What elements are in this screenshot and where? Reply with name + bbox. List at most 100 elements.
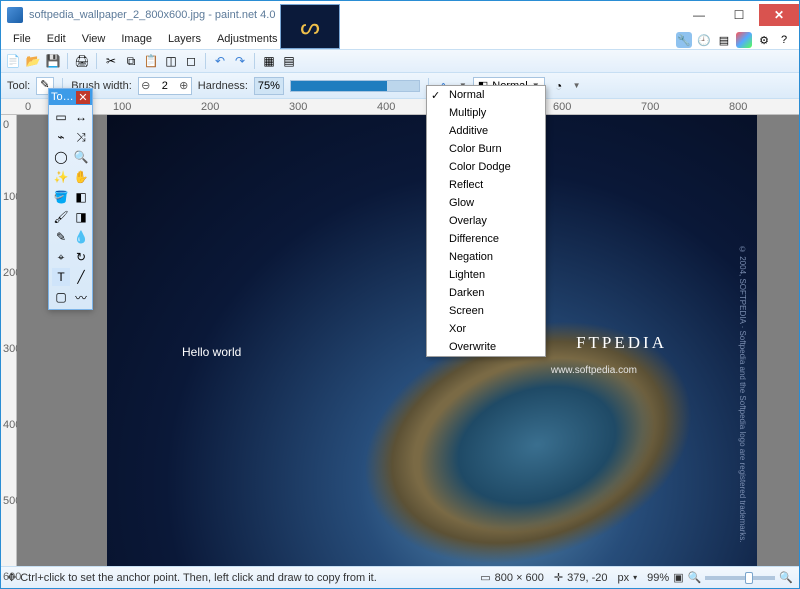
- blend-mode-dropdown[interactable]: ✓NormalMultiply Additive Color BurnColor D…: [426, 85, 546, 357]
- redo-icon[interactable]: ↷: [232, 53, 248, 69]
- status-zoom[interactable]: 99% ▣ 🔍 🔍: [647, 571, 793, 584]
- toolbox-titlebar[interactable]: To… ✕: [49, 89, 92, 105]
- blend-option-overwrite[interactable]: Overwrite: [427, 338, 545, 356]
- tools-window-icon[interactable]: 🔧: [676, 32, 692, 48]
- color-picker-tool[interactable]: 💧: [72, 228, 90, 246]
- zoom-thumb[interactable]: [745, 572, 753, 584]
- settings-icon[interactable]: ⚙: [756, 32, 772, 48]
- view-grid-icon[interactable]: ▦: [261, 53, 277, 69]
- zoom-in-icon[interactable]: 🔍: [779, 571, 793, 584]
- canvas-area[interactable]: Hello world FTPEDIA www.softpedia.com © …: [17, 115, 799, 566]
- minimize-button[interactable]: —: [679, 4, 719, 26]
- view-rulers-icon[interactable]: ▤: [281, 53, 297, 69]
- history-window-icon[interactable]: 🕘: [696, 32, 712, 48]
- layers-window-icon[interactable]: ▤: [716, 32, 732, 48]
- tool-options-toolbar: Tool: ✎ Brush width: ⊖ ⊕ Hardness: ∿ ▼ ◧…: [1, 73, 799, 99]
- cut-icon[interactable]: ✂: [103, 53, 119, 69]
- new-icon[interactable]: 📄: [5, 53, 21, 69]
- lasso-tool[interactable]: ⌁: [52, 128, 70, 146]
- decrement-icon[interactable]: ⊖: [139, 79, 153, 92]
- blend-option-glow[interactable]: Glow: [427, 194, 545, 212]
- increment-icon[interactable]: ⊕: [177, 79, 191, 92]
- dropdown-arrow-icon[interactable]: ▼: [573, 81, 581, 90]
- move-tool[interactable]: ↔: [72, 108, 90, 126]
- cursor-value: 379, -20: [567, 572, 607, 584]
- blend-option-overlay[interactable]: Overlay: [427, 212, 545, 230]
- print-icon[interactable]: 🖨: [74, 53, 90, 69]
- ruler-vertical: 0 100 200 300 400 500 600: [1, 115, 17, 566]
- fit-window-icon[interactable]: ▣: [673, 571, 683, 584]
- blend-option-color-burn[interactable]: Color Burn: [427, 140, 545, 158]
- menu-file[interactable]: File: [5, 31, 39, 47]
- window-title: softpedia_wallpaper_2_800x600.jpg - pain…: [29, 9, 679, 21]
- blend-option-label: Xor: [449, 323, 466, 335]
- zoom-slider[interactable]: [705, 576, 775, 580]
- clone-stamp-tool[interactable]: ⌖: [52, 248, 70, 266]
- blend-option-color-dodge[interactable]: Color Dodge: [427, 158, 545, 176]
- menu-view[interactable]: View: [74, 31, 114, 47]
- deselect-icon[interactable]: ◻: [183, 53, 199, 69]
- save-icon[interactable]: 💾: [45, 53, 61, 69]
- blend-option-reflect[interactable]: Reflect: [427, 176, 545, 194]
- blend-option-darken[interactable]: Darken: [427, 284, 545, 302]
- blend-option-label: Additive: [449, 125, 488, 137]
- menu-edit[interactable]: Edit: [39, 31, 74, 47]
- eraser-tool[interactable]: ◨: [72, 208, 90, 226]
- ruler-tick: 100: [113, 101, 131, 113]
- document-thumbnail[interactable]: ᔕ: [280, 4, 340, 49]
- alpha-blend-icon[interactable]: ◔: [551, 78, 567, 94]
- rectangle-shape-tool[interactable]: ▢: [52, 288, 70, 306]
- ruler-tick: 0: [3, 119, 9, 131]
- blend-option-negation[interactable]: Negation: [427, 248, 545, 266]
- menu-image[interactable]: Image: [113, 31, 160, 47]
- paint-bucket-tool[interactable]: 🪣: [52, 188, 70, 206]
- blend-option-multiply[interactable]: Multiply: [427, 104, 545, 122]
- blend-option-xor[interactable]: Xor: [427, 320, 545, 338]
- line-tool[interactable]: ╱: [72, 268, 90, 286]
- status-units[interactable]: px ▾: [618, 572, 638, 584]
- hardness-input[interactable]: [254, 77, 284, 95]
- menu-layers[interactable]: Layers: [160, 31, 209, 47]
- recolor-tool[interactable]: ↻: [72, 248, 90, 266]
- rect-select-tool[interactable]: ▭: [52, 108, 70, 126]
- ellipse-select-tool[interactable]: ◯: [52, 148, 70, 166]
- statusbar: ✥ Ctrl+click to set the anchor point. Th…: [1, 566, 799, 588]
- toolbox-close-icon[interactable]: ✕: [76, 91, 90, 104]
- menu-adjustments[interactable]: Adjustments: [209, 31, 286, 47]
- text-tool[interactable]: T: [52, 268, 70, 286]
- gradient-tool[interactable]: ◧: [72, 188, 90, 206]
- pencil-tool[interactable]: ✎: [52, 228, 70, 246]
- zoom-out-icon[interactable]: 🔍: [688, 571, 702, 584]
- tool-grid: ▭ ↔ ⌁ ⤨ ◯ 🔍 ✨ ✋ 🪣 ◧ 🖌 ◨ ✎ 💧 ⌖ ↻ T ╱ ▢ 〰: [49, 105, 92, 309]
- help-icon[interactable]: ?: [776, 32, 792, 48]
- blend-option-label: Difference: [449, 233, 499, 245]
- blend-option-normal[interactable]: ✓Normal: [427, 86, 545, 104]
- blend-option-additive[interactable]: Additive: [427, 122, 545, 140]
- brush-width-input[interactable]: [153, 80, 177, 92]
- check-icon: ✓: [431, 89, 440, 102]
- toolbox-window[interactable]: To… ✕ ▭ ↔ ⌁ ⤨ ◯ 🔍 ✨ ✋ 🪣 ◧ 🖌 ◨ ✎ 💧 ⌖ ↻ T …: [48, 88, 93, 310]
- paste-icon[interactable]: 📋: [143, 53, 159, 69]
- ruler-tick: 800: [729, 101, 747, 113]
- paintbrush-tool[interactable]: 🖌: [52, 208, 70, 226]
- maximize-button[interactable]: ☐: [719, 4, 759, 26]
- standard-toolbar: 📄 📂 💾 🖨 ✂ ⧉ 📋 ◫ ◻ ↶ ↷ ▦ ▤: [1, 49, 799, 73]
- magic-wand-tool[interactable]: ✨: [52, 168, 70, 186]
- blend-option-lighten[interactable]: Lighten: [427, 266, 545, 284]
- crop-icon[interactable]: ◫: [163, 53, 179, 69]
- hardness-slider[interactable]: [290, 80, 420, 92]
- zoom-tool[interactable]: 🔍: [72, 148, 90, 166]
- brush-width-spinner[interactable]: ⊖ ⊕: [138, 77, 192, 95]
- move-selection-tool[interactable]: ⤨: [72, 128, 90, 146]
- separator: [67, 53, 68, 69]
- pan-tool[interactable]: ✋: [72, 168, 90, 186]
- blend-option-difference[interactable]: Difference: [427, 230, 545, 248]
- ruler-tick: 600: [553, 101, 571, 113]
- blend-option-screen[interactable]: Screen: [427, 302, 545, 320]
- close-button[interactable]: ✕: [759, 4, 799, 26]
- freeform-shape-tool[interactable]: 〰: [72, 288, 90, 306]
- undo-icon[interactable]: ↶: [212, 53, 228, 69]
- open-icon[interactable]: 📂: [25, 53, 41, 69]
- colors-window-icon[interactable]: [736, 32, 752, 48]
- copy-icon[interactable]: ⧉: [123, 53, 139, 69]
